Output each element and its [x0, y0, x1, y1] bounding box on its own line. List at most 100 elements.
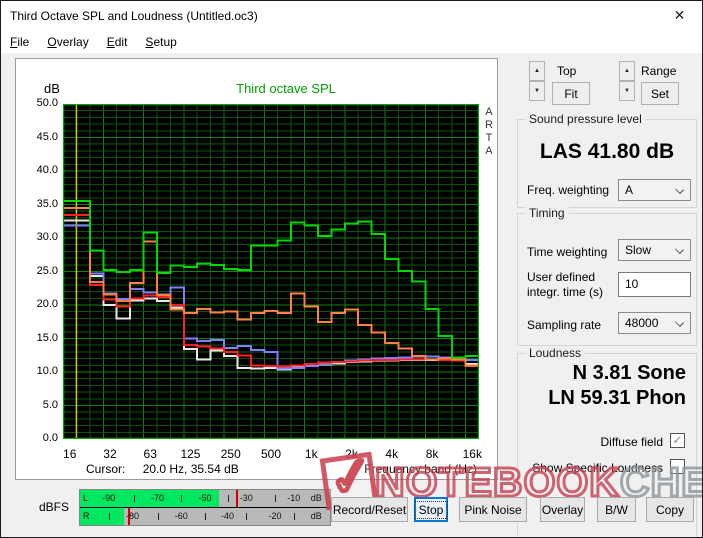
menu-overlay-label: verlay: [56, 35, 89, 49]
time-weighting-select[interactable]: Slow: [618, 239, 691, 261]
copy-button-label: Copy: [655, 502, 684, 517]
content-area: dB Third octave SPL A R T A Cursor: 20.0…: [1, 53, 702, 537]
meter-scale-label: -50: [198, 493, 212, 503]
y-tick-label: 15.0: [36, 331, 58, 344]
meter-tick: [157, 513, 159, 520]
meter-scale-label: -80: [125, 511, 140, 521]
meter-scale-label: -30: [239, 493, 253, 503]
menu-setup[interactable]: Setup: [136, 32, 185, 52]
menu-setup-label: etup: [153, 35, 177, 49]
plot-area[interactable]: [63, 104, 479, 439]
menu-edit[interactable]: Edit: [98, 32, 137, 52]
curve-white: [63, 219, 479, 371]
x-tick-label: 16: [63, 447, 77, 461]
y-tick-label: 5.0: [42, 398, 58, 411]
meter-tick: [181, 495, 183, 502]
arta-watermark-label: A R T A: [485, 106, 493, 157]
top-spinner-up-icon[interactable]: ▲: [529, 61, 545, 81]
specific-loudness-label: Show Specific Loudness: [532, 461, 663, 475]
menu-edit-label: dit: [114, 35, 128, 49]
copy-button[interactable]: Copy: [646, 497, 694, 522]
menu-file-label: ile: [17, 35, 30, 49]
overlay-button-label: Overlay: [541, 502, 584, 517]
spl-plot: [63, 104, 479, 439]
x-tick-label: 125: [180, 447, 201, 461]
window-title: Third Octave SPL and Loudness (Untitled.…: [10, 9, 258, 23]
chart-title: Third octave SPL: [236, 81, 336, 96]
y-tick-label: 40.0: [36, 164, 58, 176]
range-spinner-down-icon[interactable]: ▼: [619, 81, 635, 101]
y-tick-label: 45.0: [36, 130, 58, 143]
x-tick-label: 63: [143, 447, 157, 461]
x-tick-label: 1k: [304, 447, 318, 461]
meter-channel-label: L: [83, 493, 89, 503]
meter-scale-label: dB: [310, 511, 322, 521]
specific-loudness-checkbox[interactable]: [670, 459, 685, 474]
meter-tick: [133, 495, 135, 502]
y-axis-unit-label: dB: [44, 81, 60, 96]
meter-scale-label: -70: [150, 493, 165, 503]
stop-button[interactable]: Stop: [413, 497, 449, 522]
sound-pressure-group-title: Sound pressure level: [525, 112, 646, 126]
time-weighting-value: Slow: [625, 243, 652, 257]
meter-tick: [246, 513, 248, 520]
cursor-readout: Cursor: 20.0 Hz, 35.54 dB: [86, 462, 239, 476]
range-spinner-up-icon[interactable]: ▲: [619, 61, 635, 81]
chart-panel: dB Third octave SPL A R T A Cursor: 20.0…: [15, 58, 498, 480]
range-spinner: ▲ ▼: [619, 61, 635, 101]
meter-tick: [293, 513, 295, 520]
freq-weighting-label: Freq. weighting: [527, 183, 610, 197]
meter-scale-label: dB: [310, 493, 322, 503]
chevron-down-icon: [675, 185, 684, 194]
x-tick-label: 8k: [425, 447, 439, 461]
x-tick-label: 2k: [345, 447, 358, 461]
fit-button[interactable]: Fit: [552, 82, 590, 105]
app-window: Third Octave SPL and Loudness (Untitled.…: [0, 0, 703, 538]
loudness-group-title: Loudness: [525, 346, 586, 360]
sampling-rate-value: 48000: [625, 316, 659, 330]
checkmark-icon: ✓: [672, 433, 683, 447]
range-label: Range: [641, 64, 677, 78]
b-w-button[interactable]: B/W: [597, 497, 636, 522]
y-tick-label: 35.0: [36, 197, 58, 210]
meter-row-r: R -80 -60 -40 -20 dB: [80, 508, 330, 525]
meter-row-l: L -90 -70 -50 -30 -10 dB: [80, 490, 330, 507]
x-tick-label: 4k: [385, 447, 399, 461]
freq-weighting-select[interactable]: A: [618, 179, 691, 201]
x-tick-label: 500: [260, 447, 282, 461]
overlay-button[interactable]: Overlay: [540, 497, 585, 522]
record-reset-button-label: Record/Reset: [332, 502, 407, 517]
meter-tick: [108, 513, 110, 520]
x-tick-label: 32: [103, 447, 117, 461]
close-icon[interactable]: ✕: [657, 1, 702, 30]
phon-value: LN 59.31 Phon: [548, 387, 686, 409]
chevron-down-icon: [675, 318, 684, 327]
menu-overlay[interactable]: Overlay: [38, 32, 97, 52]
menu-overlay-accel: O: [47, 35, 57, 49]
top-spinner-down-icon[interactable]: ▼: [529, 81, 545, 101]
set-button[interactable]: Set: [641, 82, 679, 105]
record-reset-button[interactable]: Record/Reset: [331, 497, 408, 522]
sampling-rate-label: Sampling rate: [527, 318, 602, 332]
level-meter: L -90 -70 -50 -30 -10 dB R -80 -60 -40 -20 dB: [79, 489, 331, 526]
meter-divider: [80, 507, 330, 508]
cursor-label: Cursor:: [86, 462, 126, 476]
menu-bar: File Overlay Edit Setup: [1, 31, 702, 53]
x-tick-label: 250: [220, 447, 241, 461]
menu-file[interactable]: File: [1, 32, 38, 52]
sampling-rate-select[interactable]: 48000: [618, 312, 691, 334]
integr-time-label: User defined integr. time (s): [527, 270, 604, 299]
top-label: Top: [557, 64, 577, 78]
meter-scale-label: -90: [102, 493, 116, 503]
integr-time-input[interactable]: 10: [618, 272, 691, 297]
b-w-button-label: B/W: [605, 502, 628, 517]
meter-peak-marker: [236, 490, 239, 507]
y-tick-label: 10.0: [36, 365, 58, 377]
x-axis-label: Frequency band (Hz): [364, 462, 477, 476]
pink-noise-button[interactable]: Pink Noise: [459, 497, 527, 522]
meter-scale-label: -10: [287, 493, 301, 503]
sone-value: N 3.81 Sone: [572, 362, 686, 384]
diffuse-field-checkbox[interactable]: ✓: [670, 433, 685, 448]
y-tick-label: 25.0: [36, 264, 58, 277]
cursor-value: 20.0 Hz, 35.54 dB: [142, 462, 239, 476]
